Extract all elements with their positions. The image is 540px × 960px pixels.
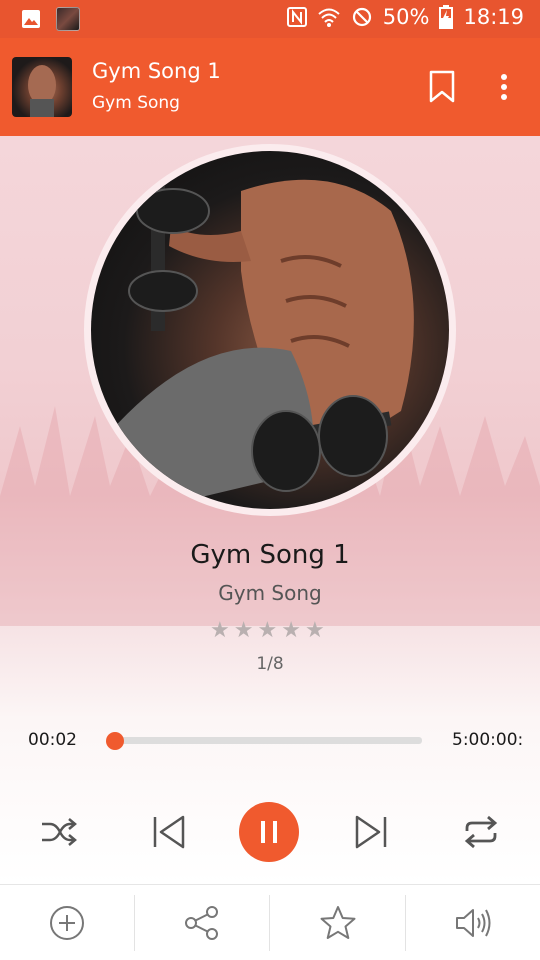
seek-bar-thumb[interactable] — [106, 732, 125, 750]
song-title: Gym Song 1 — [190, 540, 350, 570]
add-icon — [50, 906, 84, 940]
battery-percent: 50% — [382, 5, 430, 29]
album-art[interactable] — [91, 151, 449, 509]
pause-button[interactable] — [239, 802, 299, 862]
do-not-disturb-icon — [352, 7, 371, 27]
now-playing-toolbar: Gym Song 1 Gym Song — [0, 38, 540, 136]
more-vert-icon[interactable] — [494, 72, 514, 102]
seek-bar[interactable] — [112, 737, 422, 744]
app-notification-icon — [56, 7, 80, 31]
next-icon[interactable] — [352, 814, 390, 850]
rating-stars[interactable]: ★ ★ ★ ★ ★ — [210, 619, 325, 643]
status-bar: 50% 18:19 — [0, 0, 540, 38]
share-icon — [185, 906, 218, 940]
rating-star-icon[interactable]: ★ — [305, 619, 325, 643]
toolbar-subtitle: Gym Song — [92, 93, 180, 113]
favorite-star-icon — [320, 906, 355, 939]
rating-star-icon[interactable]: ★ — [257, 619, 277, 643]
shuffle-icon[interactable] — [40, 814, 78, 850]
volume-button[interactable] — [406, 885, 540, 960]
volume-icon — [456, 909, 491, 937]
rating-star-icon[interactable]: ★ — [234, 619, 254, 643]
add-to-playlist-button[interactable] — [0, 885, 134, 960]
previous-icon[interactable] — [150, 814, 188, 850]
toolbar-album-art[interactable] — [12, 57, 72, 117]
rating-star-icon[interactable]: ★ — [210, 619, 230, 643]
rating-star-icon[interactable]: ★ — [281, 619, 301, 643]
bookmark-icon[interactable] — [428, 70, 456, 104]
gallery-icon — [22, 10, 40, 28]
pause-icon — [261, 821, 277, 843]
toolbar-title: Gym Song 1 — [92, 59, 221, 83]
nfc-icon — [286, 7, 307, 27]
bottom-action-bar — [0, 884, 540, 960]
share-button[interactable] — [135, 885, 269, 960]
battery-charging-icon — [439, 5, 454, 29]
total-time: 5:00:00: — [452, 730, 524, 750]
clock: 18:19 — [463, 5, 524, 29]
track-counter: 1/8 — [256, 654, 284, 674]
repeat-icon[interactable] — [461, 814, 501, 850]
wifi-icon — [318, 8, 340, 27]
song-artist: Gym Song — [218, 581, 322, 605]
current-time: 00:02 — [28, 730, 77, 750]
favorite-button[interactable] — [270, 885, 405, 960]
